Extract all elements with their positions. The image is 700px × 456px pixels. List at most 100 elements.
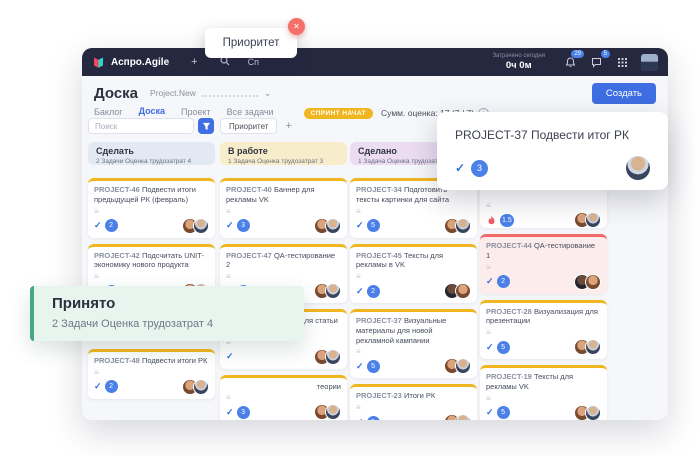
description-icon: ≡ [486, 202, 601, 210]
user-avatar[interactable] [641, 54, 658, 71]
check-icon: ✓ [356, 286, 364, 297]
funnel-icon [202, 122, 211, 131]
notifications-button[interactable]: 29 [563, 55, 577, 69]
description-icon: ≡ [226, 394, 341, 402]
description-icon: ≡ [226, 273, 341, 281]
assignee-avatars [574, 339, 601, 355]
search-input[interactable] [88, 118, 194, 134]
description-icon: ≡ [356, 208, 471, 216]
notifications-badge: 29 [571, 50, 584, 58]
card-title: PROJECT-45 Тексты для рекламы в VK [356, 251, 471, 271]
description-icon: ≡ [226, 208, 341, 216]
avatar [193, 379, 209, 395]
task-card[interactable]: теории ≡ ✓3 [220, 375, 347, 421]
messages-badge: 5 [601, 50, 610, 58]
task-card[interactable]: PROJECT-40 Баннер для рекламы VK ≡ ✓3 [220, 178, 347, 238]
sprint-status-badge: СПРИНТ НАЧАТ [304, 108, 373, 119]
chat-icon [591, 57, 602, 68]
project-select[interactable]: Project.New [150, 88, 196, 98]
assignee-avatars [574, 212, 601, 228]
assignee-avatars [574, 405, 601, 421]
chevron-down-icon[interactable]: ⌄ [264, 88, 272, 99]
description-icon: ≡ [94, 369, 209, 377]
task-card[interactable]: PROJECT-28 Визуализация для презентации … [480, 300, 607, 360]
check-icon: ✓ [486, 407, 494, 418]
points-badge: 1.5 [500, 214, 514, 227]
messages-button[interactable]: 5 [589, 55, 603, 69]
description-icon: ≡ [486, 395, 601, 403]
app-window: Аспро.Agile + Сп Затрачено сегодня 0ч 0м… [82, 48, 668, 420]
bell-icon [565, 57, 576, 68]
check-icon: ✓ [226, 220, 234, 231]
points-badge: 2 [105, 219, 118, 232]
card-title: PROJECT-28 Визуализация для презентации [486, 307, 601, 327]
points-badge: 3 [237, 406, 250, 419]
avatar [585, 212, 601, 228]
avatar [325, 349, 341, 365]
column-header: Сделать 2 Задачи Оценка трудозатрат 4 [88, 142, 215, 165]
time-label: Затрачено сегодня [492, 53, 545, 59]
assignee-avatars [574, 274, 601, 290]
points-badge: 3 [471, 160, 488, 177]
filter-button[interactable] [198, 118, 214, 134]
check-icon: ✓ [226, 407, 234, 418]
urgent-fire-icon [486, 215, 497, 226]
task-card[interactable]: PROJECT-48 Подвести итоги РК ≡ ✓2 [88, 349, 215, 399]
points-badge: 3 [237, 219, 250, 232]
points-badge: 5 [497, 406, 510, 419]
avatar [455, 283, 471, 299]
task-card[interactable]: PROJECT-46 Подвести итоги предыдущей РК … [88, 178, 215, 238]
points-badge: 5 [497, 341, 510, 354]
assignee-avatars [314, 218, 341, 234]
create-button[interactable]: Создать [592, 83, 656, 104]
task-popup[interactable]: PROJECT-37 Подвести итог РК ✓ 3 [437, 112, 668, 190]
task-popup-title: PROJECT-37 Подвести итог РК [455, 128, 650, 142]
avatar [626, 156, 650, 180]
nav-menu-fragment[interactable]: Сп [248, 57, 259, 67]
accepted-popup-title: Принято [52, 295, 304, 312]
task-card[interactable]: PROJECT-23 Итоги РК ≡ ✓5 [350, 384, 477, 420]
column-subtitle: 1 Задача Оценка трудозатрат 3 [228, 159, 339, 166]
column-in-progress: В работе 1 Задача Оценка трудозатрат 3 P… [220, 142, 347, 420]
avatar [585, 405, 601, 421]
assignee-avatars [444, 414, 471, 420]
add-filter-icon[interactable]: + [285, 120, 291, 132]
column-todo: Сделать 2 Задачи Оценка трудозатрат 4 PR… [88, 142, 215, 399]
task-card[interactable]: PROJECT-37 Визуальные материалы для ново… [350, 309, 477, 378]
navbar-right: Затрачено сегодня 0ч 0м 29 5 [492, 53, 668, 71]
time-value: 0ч 0м [506, 60, 532, 71]
avatar [585, 339, 601, 355]
close-icon[interactable]: ✕ [288, 18, 305, 35]
check-icon: ✓ [455, 161, 465, 175]
add-icon[interactable]: + [191, 57, 197, 68]
check-icon: ✓ [486, 276, 494, 287]
card-title: теории [226, 382, 341, 392]
task-card[interactable]: PROJECT-19 Тексты для рекламы VK ≡ ✓5 [480, 365, 607, 420]
description-icon: ≡ [486, 264, 601, 272]
check-icon: ✓ [94, 381, 102, 392]
description-icon: ≡ [486, 329, 601, 337]
column-header: В работе 1 Задача Оценка трудозатрат 3 [220, 142, 347, 165]
accepted-popup-subtitle: 2 Задачи Оценка трудозатрат 4 [52, 318, 304, 330]
avatar [325, 218, 341, 234]
task-card[interactable]: PROJECT-45 Тексты для рекламы в VK ≡ ✓2 [350, 244, 477, 304]
priority-tooltip-label: Приоритет [223, 37, 280, 49]
app-name: Аспро.Agile [111, 57, 169, 68]
card-title: PROJECT-19 Тексты для рекламы VK [486, 372, 601, 392]
priority-filter-chip[interactable]: Приоритет [220, 118, 277, 134]
task-card[interactable]: PROJECT-44 QA-тестирование 1 ≡ ✓2 [480, 234, 607, 294]
assignee-avatars [182, 379, 209, 395]
avatar [325, 283, 341, 299]
description-icon: ≡ [356, 348, 471, 356]
check-icon: ✓ [356, 361, 364, 372]
avatar [455, 218, 471, 234]
avatar [585, 274, 601, 290]
check-icon: ✓ [94, 220, 102, 231]
description-icon: ≡ [94, 273, 209, 281]
assignee-avatars [314, 404, 341, 420]
avatar [325, 404, 341, 420]
apps-grid-button[interactable] [615, 55, 629, 69]
avatar [193, 218, 209, 234]
assignee-avatars [444, 218, 471, 234]
points-badge: 2 [497, 275, 510, 288]
